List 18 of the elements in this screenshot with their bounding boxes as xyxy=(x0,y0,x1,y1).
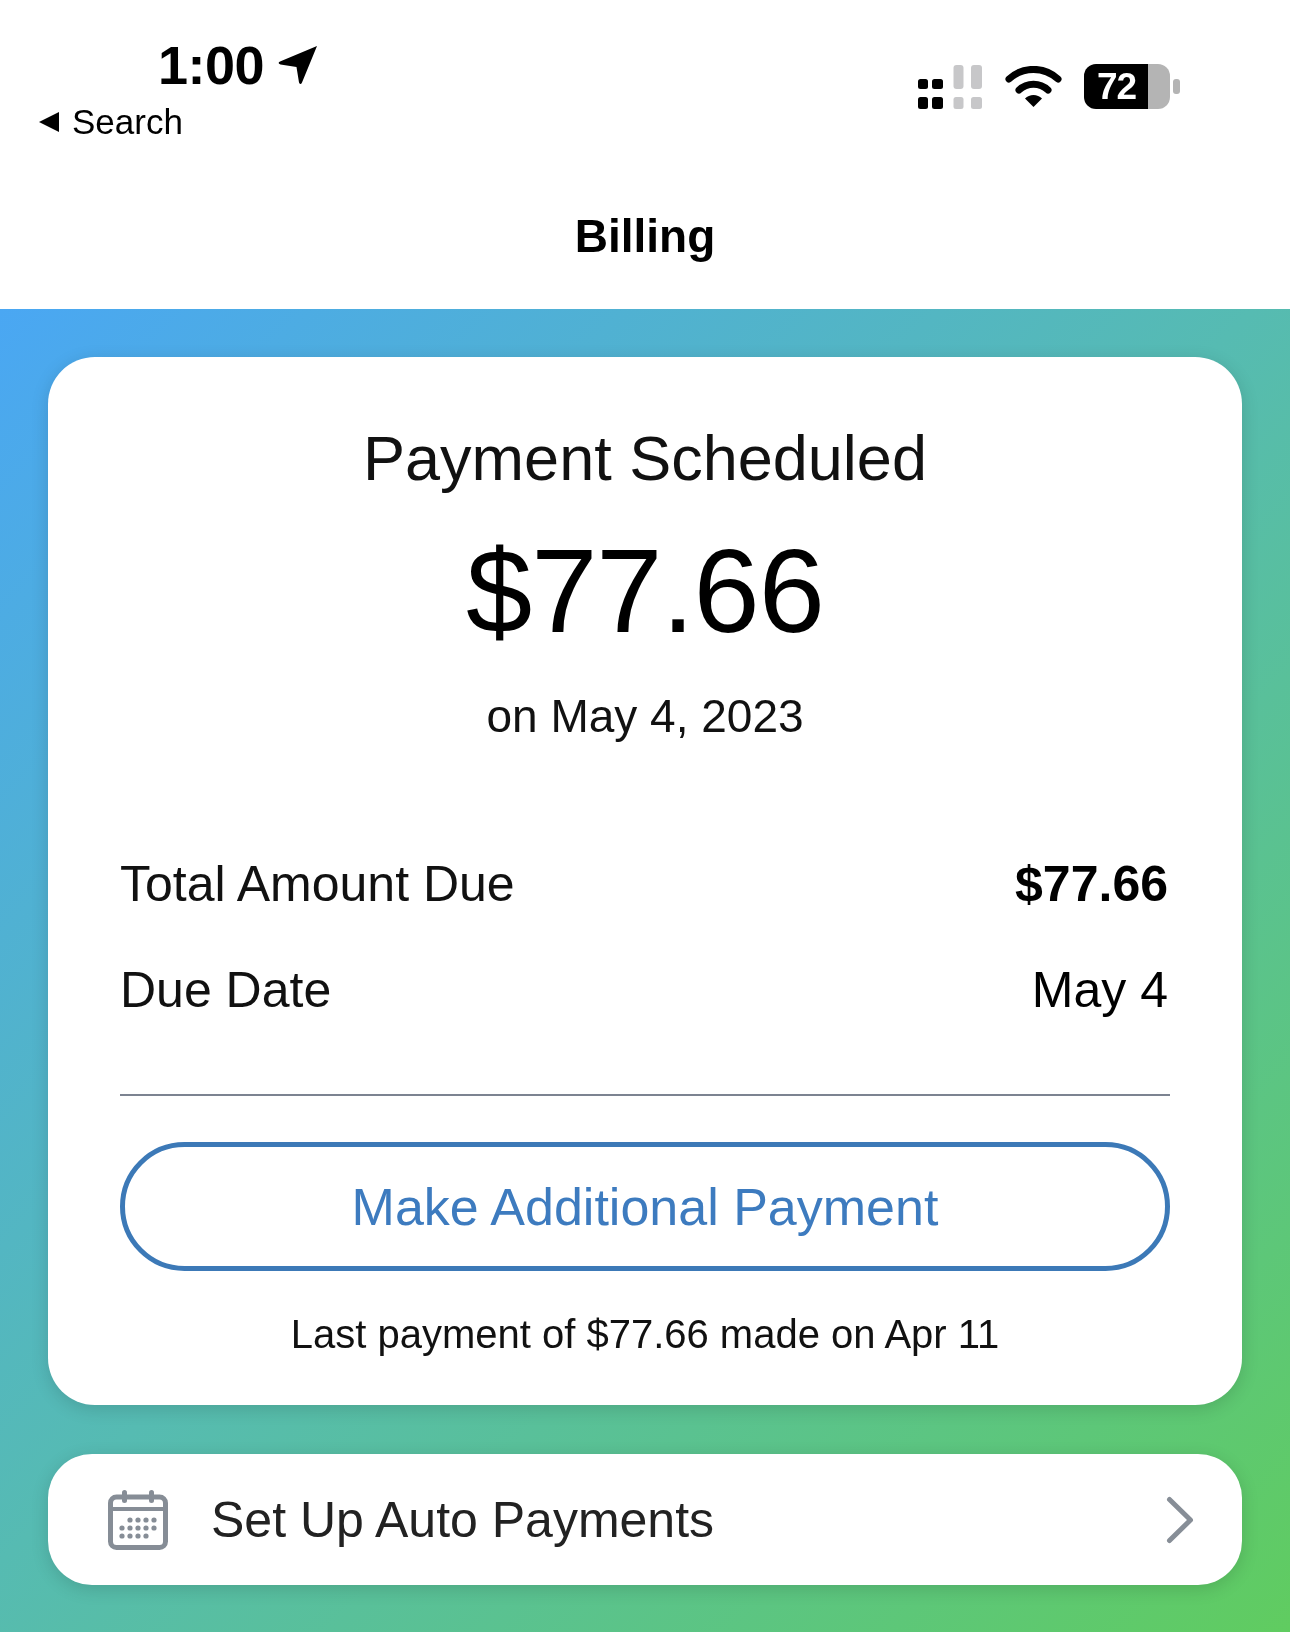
chevron-right-icon xyxy=(1166,1495,1194,1544)
wifi-icon xyxy=(1005,66,1062,107)
signal-icon xyxy=(918,64,983,109)
detail-label: Due Date xyxy=(120,965,332,1015)
detail-value: $77.66 xyxy=(1015,859,1168,909)
make-payment-button[interactable]: Make Additional Payment xyxy=(120,1142,1170,1271)
last-payment-note: Last payment of $77.66 made on Apr 11 xyxy=(290,1314,1000,1354)
status-time: 1:00 xyxy=(158,38,265,92)
battery-tip-icon xyxy=(1173,79,1180,94)
back-button[interactable]: Search xyxy=(39,104,183,139)
auto-payments-button[interactable]: Set Up Auto Payments xyxy=(48,1454,1242,1585)
detail-value: May 4 xyxy=(1031,965,1168,1015)
location-arrow-icon xyxy=(278,45,320,85)
payment-amount: $77.66 xyxy=(466,531,824,650)
back-triangle-icon xyxy=(39,111,59,132)
battery-indicator: 72 xyxy=(1084,64,1170,109)
detail-label: Total Amount Due xyxy=(120,859,515,909)
calendar-icon xyxy=(108,1489,168,1550)
